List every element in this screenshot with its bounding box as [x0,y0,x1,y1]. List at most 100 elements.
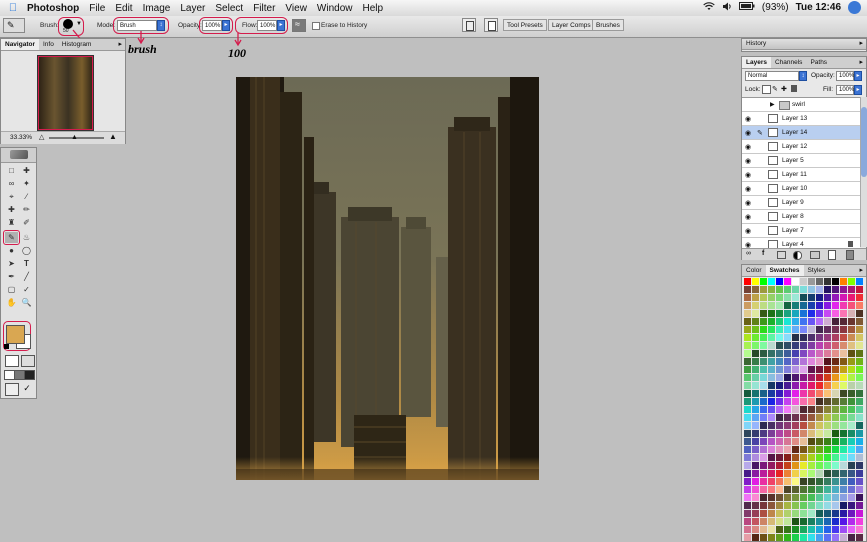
color-swatch[interactable] [840,374,847,381]
color-swatch[interactable] [808,486,815,493]
delete-layer-icon[interactable] [846,250,854,260]
color-swatch[interactable] [768,534,775,541]
color-swatch[interactable] [744,318,751,325]
color-swatch[interactable] [848,310,855,317]
color-swatch[interactable] [744,326,751,333]
color-swatch[interactable] [856,406,863,413]
color-swatch[interactable] [800,382,807,389]
color-swatch[interactable] [800,342,807,349]
color-swatch[interactable] [792,526,799,533]
color-swatch[interactable] [784,358,791,365]
color-swatch[interactable] [760,494,767,501]
tab-histogram[interactable]: Histogram [58,39,96,50]
color-swatch[interactable] [824,486,831,493]
color-swatch[interactable] [768,358,775,365]
color-swatch[interactable] [784,382,791,389]
tab-paths[interactable]: Paths [806,57,831,68]
color-swatch[interactable] [752,366,759,373]
color-swatch[interactable] [856,382,863,389]
volume-icon[interactable] [722,2,732,14]
color-swatch[interactable] [760,406,767,413]
color-swatch[interactable] [816,310,823,317]
color-swatch[interactable] [752,374,759,381]
color-swatch[interactable] [848,342,855,349]
apple-menu-icon[interactable]:  [4,2,22,14]
layer-opacity-arrow[interactable]: ▸ [854,71,862,81]
color-swatch[interactable] [848,414,855,421]
crop-tool-icon[interactable]: ⌖ [5,191,18,202]
color-swatch[interactable] [832,326,839,333]
color-swatch[interactable] [856,310,863,317]
menu-file[interactable]: File [84,3,110,14]
color-swatch[interactable] [768,462,775,469]
color-swatch[interactable] [776,422,783,429]
color-swatch[interactable] [816,430,823,437]
color-swatch[interactable] [752,486,759,493]
color-swatch[interactable] [840,326,847,333]
blur-tool-icon[interactable]: ● [5,245,18,256]
eyedropper-tool-icon[interactable]: ✓ [20,284,33,295]
color-swatch[interactable] [744,414,751,421]
color-swatch[interactable] [784,438,791,445]
color-swatch[interactable] [768,366,775,373]
notes-tool-icon[interactable]: ▢ [5,284,18,295]
color-swatch[interactable] [792,518,799,525]
color-swatch[interactable] [800,294,807,301]
color-swatch[interactable] [744,278,751,285]
color-swatch[interactable] [848,478,855,485]
color-swatch[interactable] [840,478,847,485]
color-swatch[interactable] [776,334,783,341]
color-swatch[interactable] [848,366,855,373]
color-swatch[interactable] [784,510,791,517]
color-swatch[interactable] [824,366,831,373]
color-swatch[interactable] [792,406,799,413]
color-swatch[interactable] [752,422,759,429]
color-swatch[interactable] [808,366,815,373]
color-swatch[interactable] [808,310,815,317]
color-swatch[interactable] [816,462,823,469]
color-swatch[interactable] [856,302,863,309]
brush-tool-icon[interactable]: ✏ [20,204,33,215]
color-swatch[interactable] [776,494,783,501]
color-swatch[interactable] [832,358,839,365]
color-swatch[interactable] [808,518,815,525]
color-swatch[interactable] [760,446,767,453]
navigator-view-box[interactable] [38,56,93,130]
color-swatch[interactable] [816,502,823,509]
zoom-in-icon[interactable]: ▲ [109,132,117,141]
color-swatch[interactable] [792,462,799,469]
type-tool-icon[interactable]: T [20,258,33,269]
color-swatch[interactable] [792,334,799,341]
color-swatch[interactable] [776,478,783,485]
color-swatch[interactable] [848,398,855,405]
color-swatch[interactable] [800,470,807,477]
color-swatch[interactable] [816,390,823,397]
color-swatch[interactable] [840,446,847,453]
color-swatch[interactable] [840,358,847,365]
color-swatch[interactable] [816,454,823,461]
color-swatch[interactable] [744,358,751,365]
color-swatch[interactable] [744,534,751,541]
color-swatch[interactable] [848,374,855,381]
history-brush-tool-icon[interactable]: ✐ [20,217,33,228]
color-swatch[interactable] [848,422,855,429]
color-swatch[interactable] [808,374,815,381]
color-swatch[interactable] [784,342,791,349]
color-swatch[interactable] [792,366,799,373]
color-swatch[interactable] [792,454,799,461]
color-swatch[interactable] [808,526,815,533]
color-swatch[interactable] [848,518,855,525]
color-swatch[interactable] [808,326,815,333]
color-swatch[interactable] [816,518,823,525]
color-swatch[interactable] [784,414,791,421]
color-swatch[interactable] [848,406,855,413]
layer-row-selected[interactable]: ◉ ✎ Layer 14 [742,126,860,140]
color-swatch[interactable] [856,446,863,453]
color-swatch[interactable] [776,438,783,445]
color-swatch[interactable] [800,406,807,413]
fill-arrow[interactable]: ▸ [854,85,862,95]
color-swatch[interactable] [752,350,759,357]
color-swatch[interactable] [832,286,839,293]
color-swatch[interactable] [744,390,751,397]
color-swatch[interactable] [848,486,855,493]
